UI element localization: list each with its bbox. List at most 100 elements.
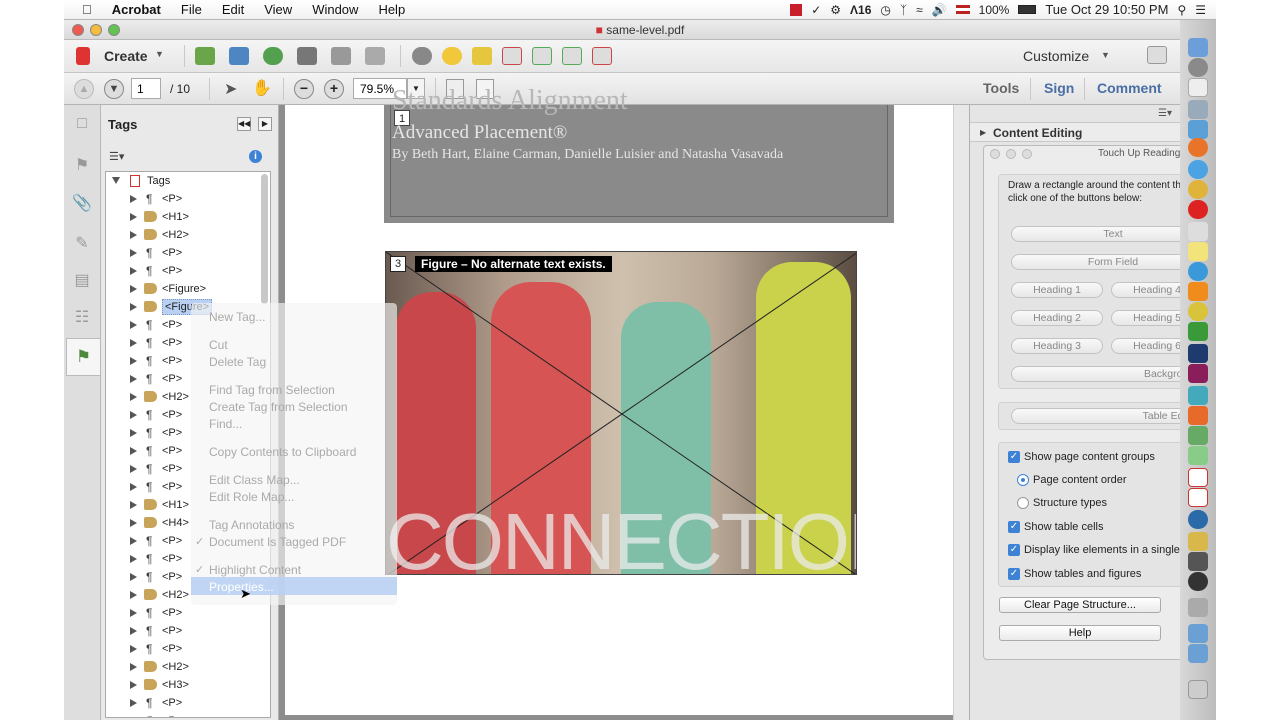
- time-machine-icon[interactable]: ◷: [880, 3, 890, 17]
- structure-types-radio[interactable]: [1017, 497, 1029, 509]
- insert-pages-icon[interactable]: [532, 47, 552, 65]
- menu-window[interactable]: Window: [302, 2, 368, 17]
- collapsed-triangle-icon[interactable]: [130, 501, 137, 509]
- collapsed-triangle-icon[interactable]: [130, 411, 137, 419]
- collapsed-triangle-icon[interactable]: [130, 627, 137, 635]
- menu-new-tag[interactable]: New Tag...: [209, 310, 265, 324]
- tag-tree-item[interactable]: <H1>: [106, 208, 266, 226]
- tree-scrollbar[interactable]: [261, 174, 268, 304]
- record-icon[interactable]: [790, 3, 803, 16]
- edit-icon[interactable]: [331, 47, 351, 65]
- battery-label[interactable]: 100%: [979, 3, 1010, 17]
- dialog-zoom-button[interactable]: [1022, 149, 1032, 159]
- stickies-icon[interactable]: [1188, 242, 1208, 261]
- menu-copy-contents[interactable]: Copy Contents to Clipboard: [209, 445, 356, 459]
- signatures-icon[interactable]: ✎: [72, 233, 92, 253]
- apple-menu-icon[interactable]: : [64, 2, 102, 17]
- x-app-icon[interactable]: [1188, 426, 1208, 445]
- sign-tab[interactable]: Sign: [1044, 80, 1074, 96]
- cloud-upload-icon[interactable]: [263, 47, 283, 65]
- menu-document-is-tagged[interactable]: Document Is Tagged PDF: [209, 535, 346, 549]
- panel-next-icon[interactable]: ▶: [258, 117, 272, 131]
- collapsed-triangle-icon[interactable]: [130, 519, 137, 527]
- downloads-folder-icon[interactable]: [1188, 644, 1208, 663]
- collapsed-triangle-icon[interactable]: [130, 663, 137, 671]
- collapsed-triangle-icon[interactable]: [130, 195, 137, 203]
- save-icon[interactable]: [229, 47, 249, 65]
- collapsed-triangle-icon[interactable]: [130, 717, 137, 718]
- highlight-icon[interactable]: [472, 47, 492, 65]
- tag-tree-item[interactable]: <H2>: [106, 226, 266, 244]
- photos-icon[interactable]: [1188, 302, 1208, 321]
- collapsed-triangle-icon[interactable]: [130, 609, 137, 617]
- flag-icon[interactable]: [955, 5, 970, 14]
- collapsed-triangle-icon[interactable]: [130, 555, 137, 563]
- collapse-panel-icon[interactable]: ◀◀: [237, 117, 251, 131]
- spotlight-search-icon[interactable]: ⚲: [1177, 3, 1186, 17]
- info-icon[interactable]: i: [249, 150, 262, 163]
- collapsed-triangle-icon[interactable]: [130, 249, 137, 257]
- minimize-window-button[interactable]: [90, 24, 102, 36]
- wifi-icon[interactable]: ≈: [916, 3, 923, 17]
- tags-nav-icon[interactable]: ⚑: [66, 338, 100, 376]
- trash-icon[interactable]: [1188, 680, 1208, 699]
- zoom-in-icon[interactable]: +: [324, 79, 344, 99]
- show-groups-checkbox[interactable]: ✓: [1008, 451, 1020, 463]
- collapsed-triangle-icon[interactable]: [130, 285, 137, 293]
- menu-find[interactable]: Find...: [209, 417, 242, 431]
- collapsed-triangle-icon[interactable]: [130, 483, 137, 491]
- itunes-icon[interactable]: [1188, 262, 1208, 281]
- chrome-icon[interactable]: [1188, 180, 1208, 199]
- finder-icon[interactable]: [1188, 38, 1208, 57]
- customize-button[interactable]: Customize: [1023, 48, 1089, 64]
- heading-2-button[interactable]: Heading 2: [1011, 310, 1103, 326]
- snow-app-icon[interactable]: [1188, 446, 1208, 465]
- hand-tool-icon[interactable]: ✋: [252, 78, 272, 98]
- collapsed-triangle-icon[interactable]: [130, 375, 137, 383]
- previous-page-icon[interactable]: ▲: [74, 79, 94, 99]
- document-scrollbar[interactable]: [953, 105, 969, 720]
- figure-block[interactable]: CONNECTION 3 Figure – No alternate text …: [385, 251, 857, 575]
- opera-icon[interactable]: [1188, 200, 1208, 219]
- content-order-radio[interactable]: [1017, 474, 1029, 486]
- tag-tree-item[interactable]: ¶ <P>: [106, 244, 266, 262]
- vlc-icon[interactable]: [1188, 282, 1208, 301]
- email-icon[interactable]: [365, 47, 385, 65]
- archive-icon[interactable]: [1188, 532, 1208, 551]
- documents-folder-icon[interactable]: [1188, 598, 1208, 617]
- dialog-minimize-button[interactable]: [1006, 149, 1016, 159]
- adobe-updater-icon[interactable]: Λ16: [850, 3, 871, 17]
- gear-status-icon[interactable]: ⚙: [830, 3, 841, 17]
- acrobat-reader-icon[interactable]: [1188, 488, 1208, 507]
- menu-delete-tag[interactable]: Delete Tag: [209, 355, 266, 369]
- order-icon[interactable]: ☷: [72, 307, 92, 327]
- customize-dropdown-icon[interactable]: ▼: [1101, 50, 1110, 60]
- tag-tree-item[interactable]: ¶ <P>: [106, 190, 266, 208]
- quicktime-icon[interactable]: [1188, 572, 1208, 591]
- extract-pages-icon[interactable]: [562, 47, 582, 65]
- notes-icon[interactable]: [1188, 222, 1208, 241]
- collapsed-triangle-icon[interactable]: [130, 447, 137, 455]
- tools-tab[interactable]: Tools: [983, 80, 1019, 96]
- pane-options-icon[interactable]: ☰▾: [1158, 108, 1172, 119]
- collapsed-triangle-icon[interactable]: [130, 339, 137, 347]
- menu-edit-role-map[interactable]: Edit Role Map...: [209, 490, 294, 504]
- collapsed-triangle-icon[interactable]: [130, 231, 137, 239]
- tag-tree-item[interactable]: ¶ <P>: [106, 712, 266, 718]
- stamp-icon[interactable]: [592, 47, 612, 65]
- zoom-out-icon[interactable]: −: [294, 79, 314, 99]
- heading-3-button[interactable]: Heading 3: [1011, 338, 1103, 354]
- collapsed-triangle-icon[interactable]: [130, 591, 137, 599]
- check-icon[interactable]: ✓: [811, 3, 821, 17]
- collapsed-triangle-icon[interactable]: [130, 213, 137, 221]
- collapsed-triangle-icon[interactable]: [130, 321, 137, 329]
- menu-edit-class-map[interactable]: Edit Class Map...: [209, 473, 300, 487]
- screenflow-icon[interactable]: [1188, 552, 1208, 571]
- collapsed-triangle-icon[interactable]: [130, 645, 137, 653]
- dreamweaver-icon[interactable]: [1188, 322, 1208, 341]
- bluetooth-icon[interactable]: ᛉ: [900, 3, 907, 17]
- prompt-icon[interactable]: [1188, 406, 1208, 425]
- menu-view[interactable]: View: [254, 2, 302, 17]
- menu-tag-annotations[interactable]: Tag Annotations: [209, 518, 294, 532]
- dialog-close-button[interactable]: [990, 149, 1000, 159]
